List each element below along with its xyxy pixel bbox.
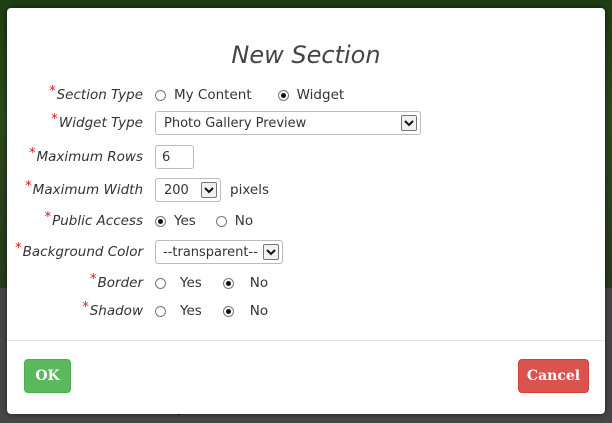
radio-public-yes[interactable] [155, 215, 166, 227]
shadow-no[interactable]: No [222, 303, 269, 319]
option-label: Widget [296, 87, 345, 103]
radio-shadow-yes[interactable] [155, 305, 166, 317]
border-label: *Border [90, 272, 143, 291]
radio-shadow-no[interactable] [222, 305, 234, 317]
required-marker: * [90, 272, 97, 287]
shadow-row: *Shadow Yes No [7, 298, 605, 324]
option-label: No [249, 303, 269, 319]
background-color-label: *Background Color [15, 241, 143, 260]
required-marker: * [51, 112, 58, 127]
border-yes[interactable]: Yes [155, 275, 202, 291]
chevron-down-icon[interactable] [401, 115, 417, 131]
section-type-label: *Section Type [49, 84, 143, 103]
background-color-row: *Background Color --transparent-- [7, 239, 605, 265]
maximum-width-control: 200 pixels [155, 177, 269, 203]
section-type-row: *Section Type My Content Widget [7, 82, 605, 108]
shadow-label: *Shadow [82, 300, 143, 319]
radio-public-no[interactable] [215, 215, 227, 227]
border-no[interactable]: No [222, 275, 269, 291]
maximum-width-unit: pixels [230, 182, 269, 198]
radio-border-no[interactable] [222, 277, 234, 289]
shadow-yes[interactable]: Yes [155, 303, 202, 319]
option-label: No [234, 213, 254, 229]
radio-border-yes[interactable] [155, 277, 166, 289]
option-label: Yes [180, 275, 202, 291]
chevron-down-icon[interactable] [263, 244, 279, 260]
maximum-width-value: 200 [164, 182, 189, 198]
option-label: Yes [174, 213, 196, 229]
option-label: My Content [174, 87, 252, 103]
required-marker: * [15, 241, 22, 256]
background-color-control: --transparent-- [155, 239, 283, 265]
required-marker: * [28, 146, 36, 161]
new-section-dialog: New Section *Section Type My Content Wid… [7, 8, 605, 414]
maximum-rows-label: *Maximum Rows [28, 146, 143, 165]
required-marker: * [49, 84, 56, 99]
background-color-value: --transparent-- [163, 244, 258, 260]
public-access-options: Yes No [155, 208, 253, 234]
radio-widget[interactable] [277, 89, 289, 101]
footer-divider [7, 340, 605, 341]
cancel-button[interactable]: Cancel [518, 359, 589, 393]
radio-my-content[interactable] [155, 89, 166, 101]
public-access-label: *Public Access [44, 210, 143, 229]
public-access-yes[interactable]: Yes [155, 213, 196, 229]
maximum-rows-input[interactable]: 6 [155, 145, 194, 169]
public-access-row: *Public Access Yes No [7, 208, 605, 234]
section-type-widget[interactable]: Widget [277, 87, 345, 103]
widget-type-row: *Widget Type Photo Gallery Preview [7, 110, 605, 136]
maximum-rows-control: 6 [155, 144, 194, 170]
shadow-options: Yes No [155, 298, 268, 324]
maximum-width-label: *Maximum Width [25, 179, 143, 198]
section-type-my-content[interactable]: My Content [155, 87, 252, 103]
dialog-title: New Section [231, 41, 381, 69]
option-label: No [249, 275, 269, 291]
chevron-down-icon[interactable] [201, 182, 217, 198]
option-label: Yes [180, 303, 202, 319]
maximum-width-row: *Maximum Width 200 pixels [7, 177, 605, 203]
widget-type-control: Photo Gallery Preview [155, 110, 421, 136]
maximum-rows-row: *Maximum Rows 6 [7, 144, 605, 170]
required-marker: * [25, 179, 32, 194]
public-access-no[interactable]: No [215, 213, 254, 229]
widget-type-value: Photo Gallery Preview [164, 115, 307, 131]
section-type-options: My Content Widget [155, 82, 344, 108]
border-options: Yes No [155, 270, 268, 296]
required-marker: * [82, 300, 89, 315]
widget-type-select[interactable]: Photo Gallery Preview [155, 111, 421, 135]
ok-button[interactable]: OK [24, 359, 71, 393]
border-row: *Border Yes No [7, 270, 605, 296]
widget-type-label: *Widget Type [51, 112, 143, 131]
background-color-select[interactable]: --transparent-- [155, 240, 283, 264]
maximum-width-select[interactable]: 200 [155, 178, 221, 202]
required-marker: * [44, 210, 52, 225]
